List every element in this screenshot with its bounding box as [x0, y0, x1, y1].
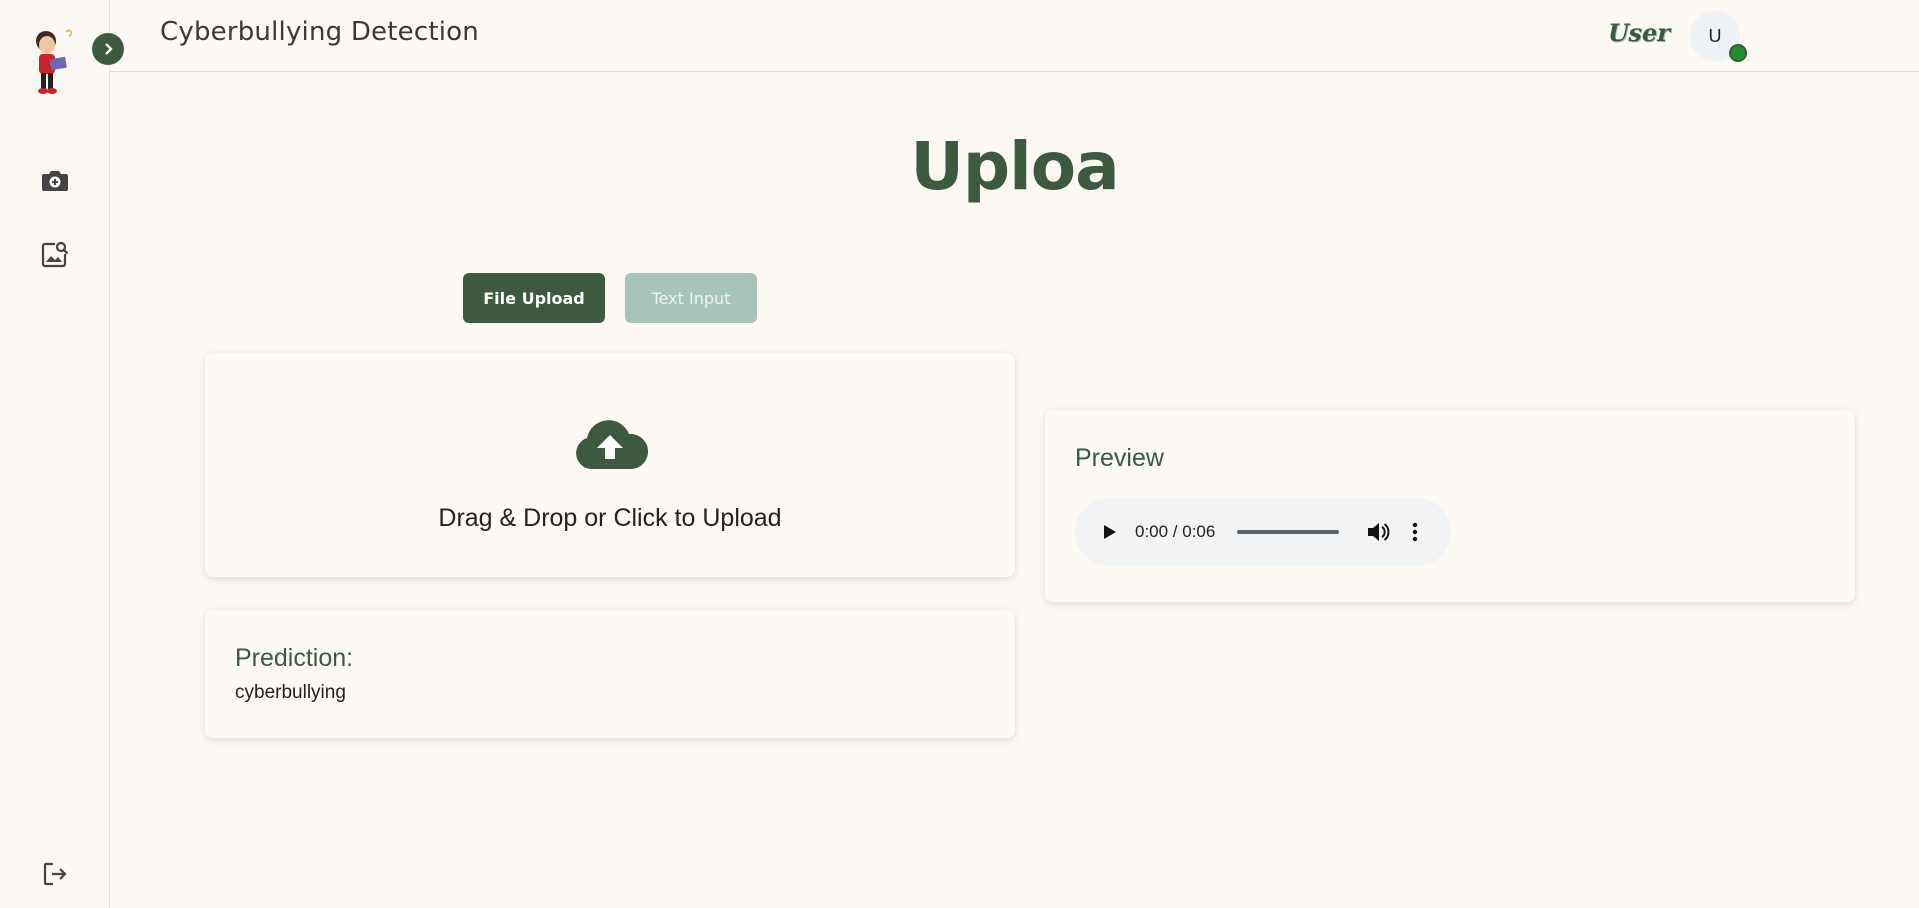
logout-icon[interactable] — [41, 860, 69, 888]
upload-dropzone[interactable]: Drag & Drop or Click to Upload — [205, 353, 1015, 577]
sidebar-toggle-button[interactable] — [92, 33, 124, 65]
volume-icon[interactable] — [1365, 519, 1391, 545]
prediction-result: cyberbullying — [235, 682, 346, 703]
tab-file-upload[interactable]: File Upload — [463, 273, 605, 323]
mascot-logo — [30, 28, 78, 96]
audio-time: 0:00 / 0:06 — [1135, 522, 1216, 541]
audio-player: 0:00 / 0:06 — [1075, 498, 1451, 566]
tab-text-input[interactable]: Text Input — [625, 273, 757, 323]
chevron-right-icon — [105, 43, 113, 55]
user-label: User — [1604, 18, 1674, 47]
app-title: Cyberbullying Detection — [160, 17, 479, 47]
cloud-upload-icon — [572, 419, 648, 471]
page-title: Uploa — [910, 128, 1119, 205]
online-status-indicator — [1729, 44, 1747, 62]
preview-label: Preview — [1075, 444, 1164, 472]
preview-card: Preview 0:00 / 0:06 — [1045, 410, 1855, 602]
prediction-label: Prediction: — [235, 644, 354, 672]
audio-progress-slider[interactable] — [1237, 530, 1339, 534]
upload-instruction: Drag & Drop or Click to Upload — [438, 504, 782, 532]
image-search-icon[interactable] — [41, 240, 69, 268]
more-options-icon[interactable] — [1408, 519, 1422, 545]
prediction-card: Prediction: cyberbullying — [205, 610, 1015, 738]
avatar-initial: U — [1708, 25, 1722, 46]
play-icon[interactable] — [1097, 520, 1121, 544]
